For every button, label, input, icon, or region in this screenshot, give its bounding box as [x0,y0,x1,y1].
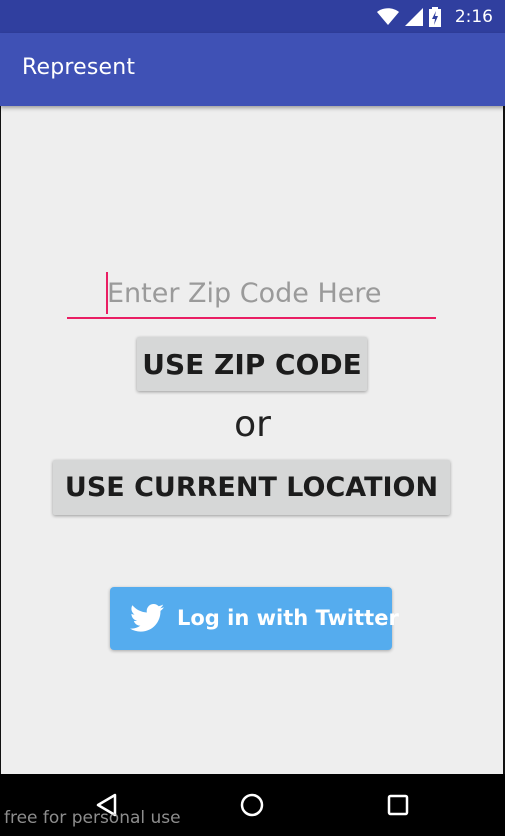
use-current-location-button[interactable]: USE CURRENT LOCATION [53,460,450,515]
zip-code-field[interactable] [67,268,436,320]
recents-icon[interactable] [381,788,415,822]
twitter-login-label: Log in with Twitter [177,606,399,630]
app-bar: Represent [0,33,505,106]
watermark-text: free for personal use [4,808,181,828]
status-time: 2:16 [454,6,493,27]
twitter-login-button[interactable]: Log in with Twitter [110,587,399,650]
status-icons: 2:16 [376,0,493,33]
twitter-bird-icon [130,603,164,632]
battery-charging-icon [428,6,441,27]
use-zip-code-button[interactable]: USE ZIP CODE [137,337,367,391]
or-separator-text: or [234,404,271,445]
signal-icon [404,7,423,26]
zip-code-input[interactable] [67,268,436,318]
text-cursor [106,272,108,314]
home-icon[interactable] [235,788,269,822]
app-title: Represent [22,55,136,80]
status-bar: 2:16 [0,0,505,33]
wifi-icon [376,7,399,25]
zip-input-underline [67,317,436,319]
